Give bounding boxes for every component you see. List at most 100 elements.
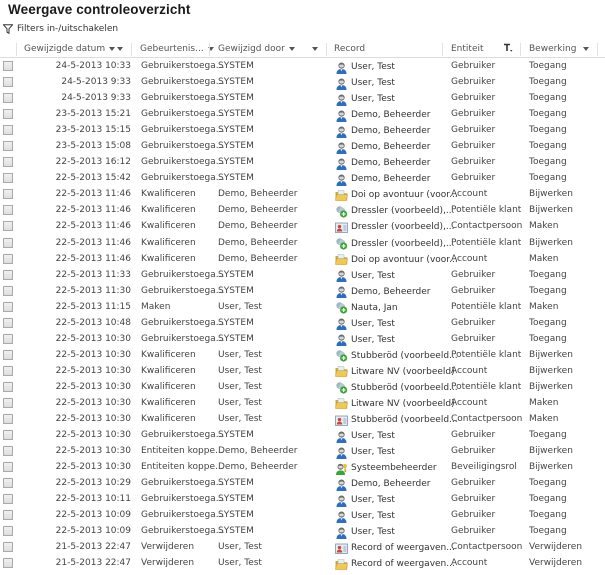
table-row[interactable]: 22-5-2013 10:11 Gebruikerstoega... SYSTE…: [0, 492, 605, 508]
record-link[interactable]: Record of weergaven...: [351, 559, 455, 569]
table-row[interactable]: 22-5-2013 10:30 Kwalificeren User, Test …: [0, 364, 605, 380]
row-checkbox[interactable]: [3, 365, 13, 376]
record-link[interactable]: Litware NV (voorbeeld): [351, 399, 455, 409]
row-checkbox[interactable]: [3, 414, 13, 425]
record-link[interactable]: User, Test: [351, 527, 395, 537]
table-row[interactable]: 22-5-2013 10:30 Entiteiten koppe... Demo…: [0, 460, 605, 476]
table-row[interactable]: 22-5-2013 10:30 Kwalificeren User, Test …: [0, 348, 605, 364]
record-link[interactable]: User, Test: [351, 319, 395, 329]
row-checkbox[interactable]: [3, 221, 13, 232]
record-link[interactable]: Record of weergaven...: [351, 543, 455, 553]
row-checkbox[interactable]: [3, 93, 13, 104]
column-operation-menu-button[interactable]: [583, 40, 589, 58]
table-row[interactable]: 22-5-2013 11:30 Gebruikerstoega... SYSTE…: [0, 284, 605, 300]
record-link[interactable]: Stubberöd (voorbeeld...: [351, 415, 458, 425]
record-link[interactable]: Demo, Beheerder: [351, 287, 430, 297]
record-link[interactable]: User, Test: [351, 447, 395, 457]
record-link[interactable]: Demo, Beheerder: [351, 479, 430, 489]
table-row[interactable]: 23-5-2013 15:21 Gebruikerstoega... SYSTE…: [0, 107, 605, 123]
row-checkbox[interactable]: [3, 301, 13, 312]
row-checkbox[interactable]: [3, 542, 13, 553]
column-date-menu-button[interactable]: [117, 40, 123, 58]
row-checkbox[interactable]: [3, 237, 13, 248]
table-row[interactable]: 23-5-2013 15:08 Gebruikerstoega... SYSTE…: [0, 139, 605, 155]
table-row[interactable]: 24-5-2013 9:33 Gebruikerstoega... SYSTEM…: [0, 75, 605, 91]
table-row[interactable]: 22-5-2013 11:46 Kwalificeren Demo, Behee…: [0, 203, 605, 219]
row-checkbox[interactable]: [3, 317, 13, 328]
row-checkbox[interactable]: [3, 478, 13, 489]
row-checkbox[interactable]: [3, 189, 13, 200]
column-header-event[interactable]: Gebeurtenis...: [140, 40, 214, 58]
record-link[interactable]: Doi op avontuur (voor...: [351, 255, 458, 265]
record-link[interactable]: Demo, Beheerder: [351, 110, 430, 120]
row-checkbox[interactable]: [3, 446, 13, 457]
row-checkbox[interactable]: [3, 333, 13, 344]
row-checkbox[interactable]: [3, 77, 13, 88]
table-row[interactable]: 22-5-2013 11:46 Kwalificeren Demo, Behee…: [0, 252, 605, 268]
row-checkbox[interactable]: [3, 285, 13, 296]
column-header-date[interactable]: Gewijzigde datum: [24, 40, 116, 58]
record-link[interactable]: Stubberöd (voorbeeld...: [351, 383, 458, 393]
table-row[interactable]: 22-5-2013 10:30 Kwalificeren User, Test …: [0, 380, 605, 396]
record-link[interactable]: User, Test: [351, 62, 395, 72]
record-link[interactable]: User, Test: [351, 94, 395, 104]
table-row[interactable]: 22-5-2013 10:48 Gebruikerstoega... SYSTE…: [0, 316, 605, 332]
row-checkbox[interactable]: [3, 61, 13, 71]
record-link[interactable]: Demo, Beheerder: [351, 126, 430, 136]
row-checkbox[interactable]: [3, 349, 13, 360]
row-checkbox[interactable]: [3, 510, 13, 521]
record-link[interactable]: Dressler (voorbeeld),...: [351, 206, 454, 216]
record-link[interactable]: Stubberöd (voorbeeld...: [351, 351, 458, 361]
record-link[interactable]: User, Test: [351, 335, 395, 345]
row-checkbox[interactable]: [3, 109, 13, 120]
table-row[interactable]: 22-5-2013 10:09 Gebruikerstoega... SYSTE…: [0, 508, 605, 524]
record-link[interactable]: Dressler (voorbeeld),...: [351, 239, 454, 249]
record-link[interactable]: Systeembeheerder: [351, 463, 437, 473]
table-row[interactable]: 22-5-2013 11:33 Gebruikerstoega... SYSTE…: [0, 268, 605, 284]
table-row[interactable]: 21-5-2013 22:47 Verwijderen User, Test R…: [0, 540, 605, 556]
table-row[interactable]: 24-5-2013 10:33 Gebruikerstoega... SYSTE…: [0, 59, 605, 75]
filter-toggle-button[interactable]: Filters in-/uitschakelen: [3, 24, 118, 34]
row-checkbox[interactable]: [3, 381, 13, 392]
row-checkbox[interactable]: [3, 205, 13, 216]
table-row[interactable]: 24-5-2013 9:33 Gebruikerstoega... SYSTEM…: [0, 91, 605, 107]
row-checkbox[interactable]: [3, 269, 13, 280]
table-row[interactable]: 21-5-2013 22:47 Verwijderen User, Test R…: [0, 556, 605, 572]
column-header-entity[interactable]: Entiteit: [451, 40, 484, 58]
record-link[interactable]: Demo, Beheerder: [351, 142, 430, 152]
table-row[interactable]: 22-5-2013 11:46 Kwalificeren Demo, Behee…: [0, 187, 605, 203]
table-row[interactable]: 22-5-2013 10:30 Kwalificeren User, Test …: [0, 396, 605, 412]
row-checkbox[interactable]: [3, 157, 13, 168]
table-row[interactable]: 22-5-2013 10:09 Gebruikerstoega... SYSTE…: [0, 524, 605, 540]
row-checkbox[interactable]: [3, 462, 13, 473]
column-entity-filter-button[interactable]: [503, 40, 513, 58]
record-link[interactable]: Nauta, Jan: [351, 303, 398, 313]
record-link[interactable]: Litware NV (voorbeeld): [351, 367, 455, 377]
row-checkbox[interactable]: [3, 141, 13, 152]
row-checkbox[interactable]: [3, 430, 13, 441]
column-header-operation[interactable]: Bewerking: [529, 40, 576, 58]
record-link[interactable]: User, Test: [351, 431, 395, 441]
table-row[interactable]: 22-5-2013 11:46 Kwalificeren Demo, Behee…: [0, 219, 605, 235]
table-row[interactable]: 22-5-2013 16:12 Gebruikerstoega... SYSTE…: [0, 155, 605, 171]
row-checkbox[interactable]: [3, 494, 13, 505]
table-row[interactable]: 22-5-2013 10:30 Gebruikerstoega... SYSTE…: [0, 332, 605, 348]
row-checkbox[interactable]: [3, 173, 13, 184]
row-checkbox[interactable]: [3, 253, 13, 264]
table-row[interactable]: 22-5-2013 11:46 Kwalificeren Demo, Behee…: [0, 236, 605, 252]
row-checkbox[interactable]: [3, 558, 13, 569]
record-link[interactable]: Doi op avontuur (voor...: [351, 190, 458, 200]
table-row[interactable]: 22-5-2013 10:30 Entiteiten koppe... Demo…: [0, 444, 605, 460]
table-row[interactable]: 22-5-2013 11:15 Maken User, Test Nauta, …: [0, 300, 605, 316]
table-row[interactable]: 22-5-2013 10:30 Kwalificeren User, Test …: [0, 412, 605, 428]
column-header-record[interactable]: Record: [334, 40, 365, 58]
record-link[interactable]: Demo, Beheerder: [351, 174, 430, 184]
table-row[interactable]: 22-5-2013 15:42 Gebruikerstoega... SYSTE…: [0, 171, 605, 187]
table-row[interactable]: 23-5-2013 15:15 Gebruikerstoega... SYSTE…: [0, 123, 605, 139]
table-row[interactable]: 22-5-2013 10:30 Gebruikerstoega... SYSTE…: [0, 428, 605, 444]
record-link[interactable]: Demo, Beheerder: [351, 158, 430, 168]
record-link[interactable]: User, Test: [351, 511, 395, 521]
row-checkbox[interactable]: [3, 526, 13, 537]
record-link[interactable]: User, Test: [351, 78, 395, 88]
row-checkbox[interactable]: [3, 125, 13, 136]
